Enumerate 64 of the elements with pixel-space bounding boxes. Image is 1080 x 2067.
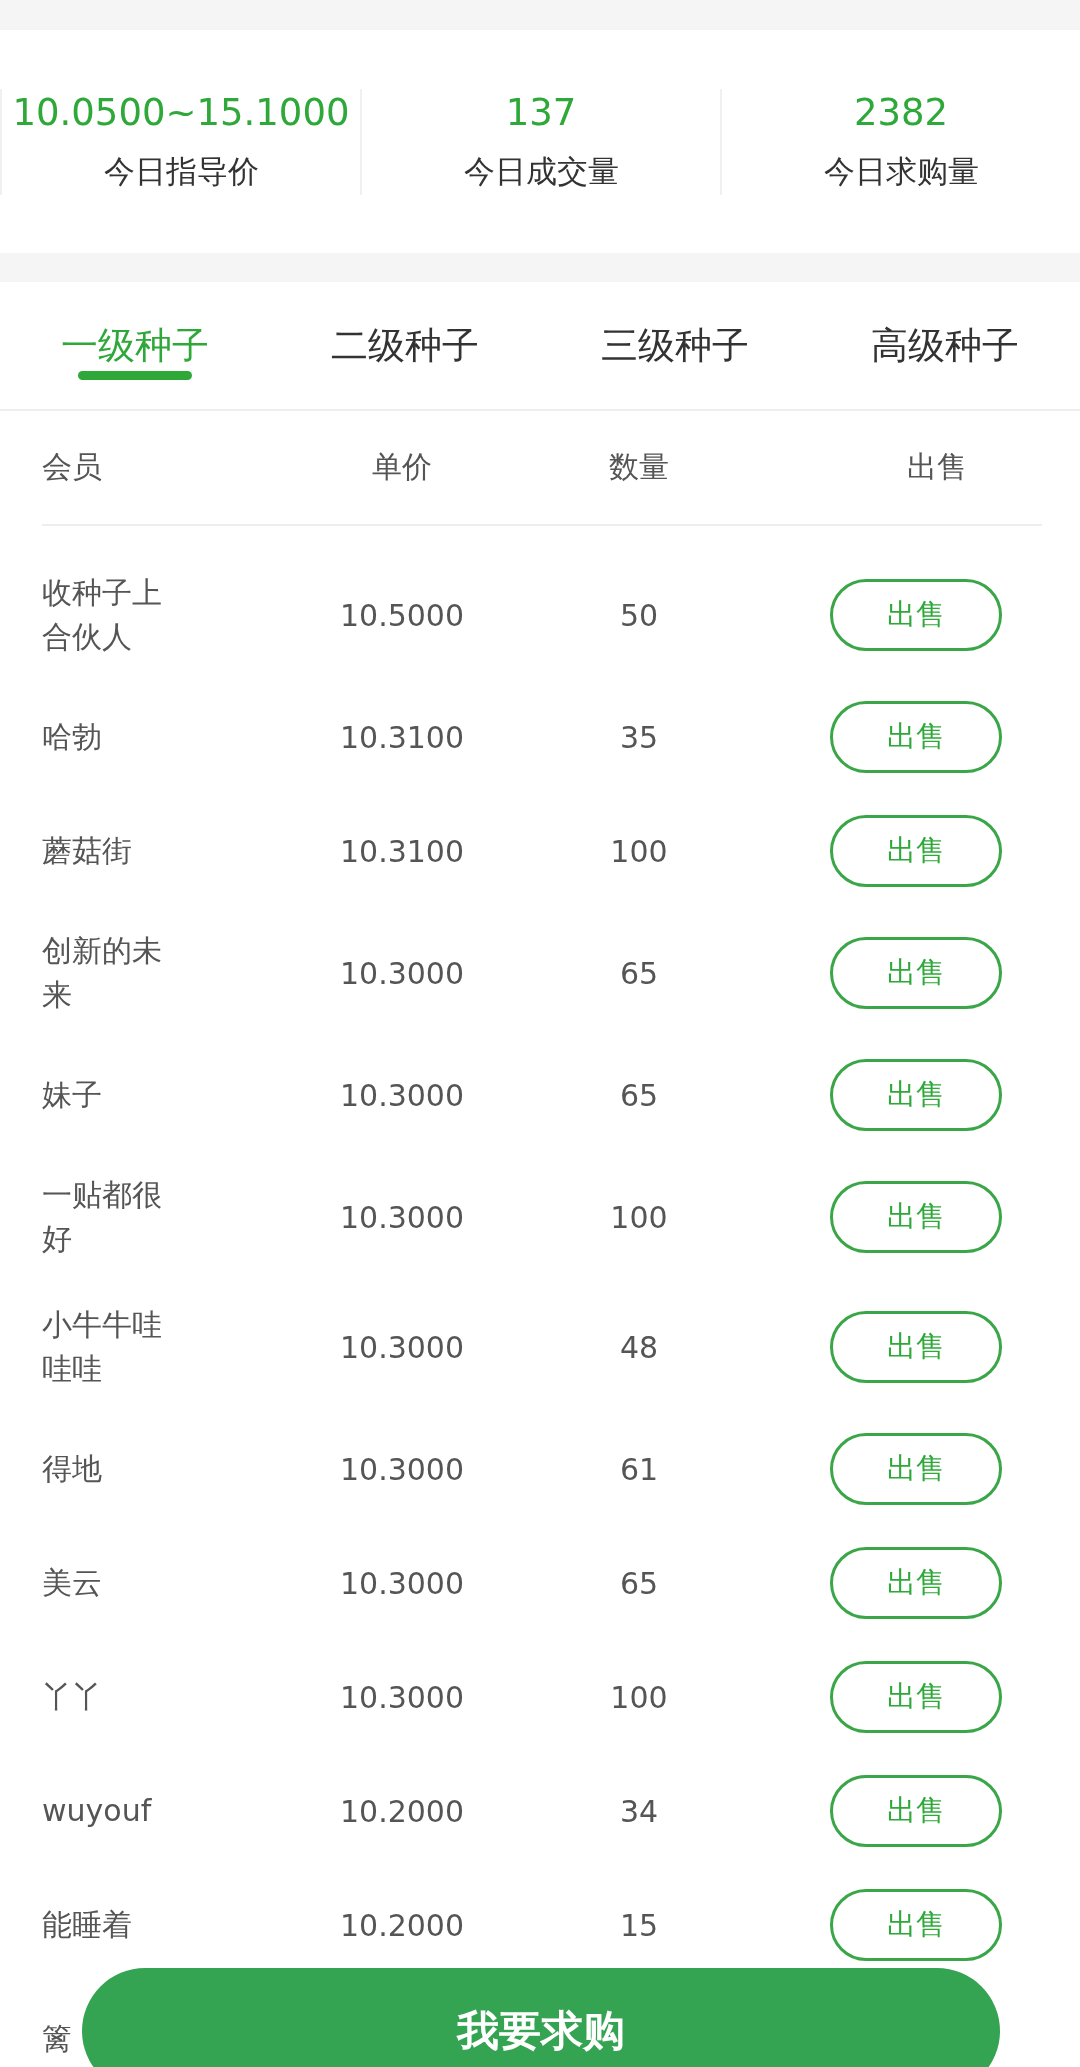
tab[interactable]: 二级种子: [331, 322, 479, 369]
member-name: 创新的未来: [42, 932, 163, 1014]
member-name: 妹子: [42, 1076, 103, 1114]
member-name: wuyouf: [42, 1792, 153, 1830]
member-name: 能睡着: [42, 1906, 133, 1944]
stat-value: 137: [505, 89, 577, 136]
sell-button[interactable]: 出售: [830, 1181, 1002, 1253]
member-name: 一贴都很好: [42, 1176, 163, 1258]
stat-value: 2382: [853, 89, 949, 136]
quantity-cell: 100: [610, 1679, 668, 1715]
quantity-cell: 35: [619, 719, 659, 755]
sell-button[interactable]: 出售: [830, 1661, 1002, 1733]
member-name: 美云: [42, 1564, 103, 1602]
member-name: 蘑菇街: [42, 832, 133, 870]
quantity-cell: 15: [619, 1907, 659, 1943]
member-name: 篱: [42, 2020, 73, 2058]
price-cell: 10.3000: [339, 1565, 465, 1601]
sell-button[interactable]: 出售: [830, 1059, 1002, 1131]
quantity-cell: 65: [619, 1565, 659, 1601]
quantity-cell: 61: [619, 1451, 659, 1487]
column-header: 单价: [372, 448, 432, 486]
tab[interactable]: 三级种子: [601, 322, 749, 369]
sell-button[interactable]: 出售: [830, 579, 1002, 651]
quantity-cell: 100: [610, 833, 668, 869]
member-name: 收种子上合伙人: [42, 574, 163, 656]
sell-button[interactable]: 出售: [830, 1889, 1002, 1961]
price-cell: 10.3000: [339, 1451, 465, 1487]
sell-button[interactable]: 出售: [830, 1311, 1002, 1383]
price-cell: 10.3000: [339, 1077, 465, 1113]
price-cell: 10.5000: [339, 597, 465, 633]
sell-button[interactable]: 出售: [830, 1547, 1002, 1619]
stat-label: 今日指导价: [103, 151, 259, 191]
column-header: 数量: [609, 448, 669, 486]
member-name: 丫丫: [42, 1678, 103, 1716]
price-cell: 10.3000: [339, 1199, 465, 1235]
column-header: 出售: [906, 448, 967, 486]
sell-button[interactable]: 出售: [830, 937, 1002, 1009]
quantity-cell: 65: [619, 1077, 659, 1113]
member-name: 小牛牛哇哇哇: [42, 1306, 163, 1388]
column-header: 会员: [42, 448, 103, 486]
price-cell: 10.2000: [339, 1907, 465, 1943]
sell-button[interactable]: 出售: [830, 1433, 1002, 1505]
buy-request-button[interactable]: 我要求购: [82, 1968, 1000, 2067]
stat-label: 今日求购量: [823, 151, 979, 191]
price-cell: 10.3100: [339, 833, 465, 869]
quantity-cell: 100: [610, 1199, 668, 1235]
sell-button[interactable]: 出售: [830, 815, 1002, 887]
quantity-cell: 65: [619, 955, 659, 991]
price-cell: 10.3000: [339, 1679, 465, 1715]
quantity-cell: 50: [619, 597, 659, 633]
price-cell: 10.3000: [339, 1329, 465, 1365]
quantity-cell: 48: [619, 1329, 659, 1365]
sell-button[interactable]: 出售: [830, 701, 1002, 773]
price-cell: 10.2000: [339, 1793, 465, 1829]
price-cell: 10.3100: [339, 719, 465, 755]
price-cell: 10.3000: [339, 955, 465, 991]
tab[interactable]: 高级种子: [871, 322, 1019, 369]
stat-label: 今日成交量: [463, 151, 619, 191]
stat-value: 10.0500~15.1000: [12, 89, 350, 136]
quantity-cell: 34: [619, 1793, 659, 1829]
member-name: 哈勃: [42, 718, 103, 756]
member-name: 得地: [42, 1450, 103, 1488]
sell-button[interactable]: 出售: [830, 1775, 1002, 1847]
tab[interactable]: 一级种子: [61, 322, 209, 369]
